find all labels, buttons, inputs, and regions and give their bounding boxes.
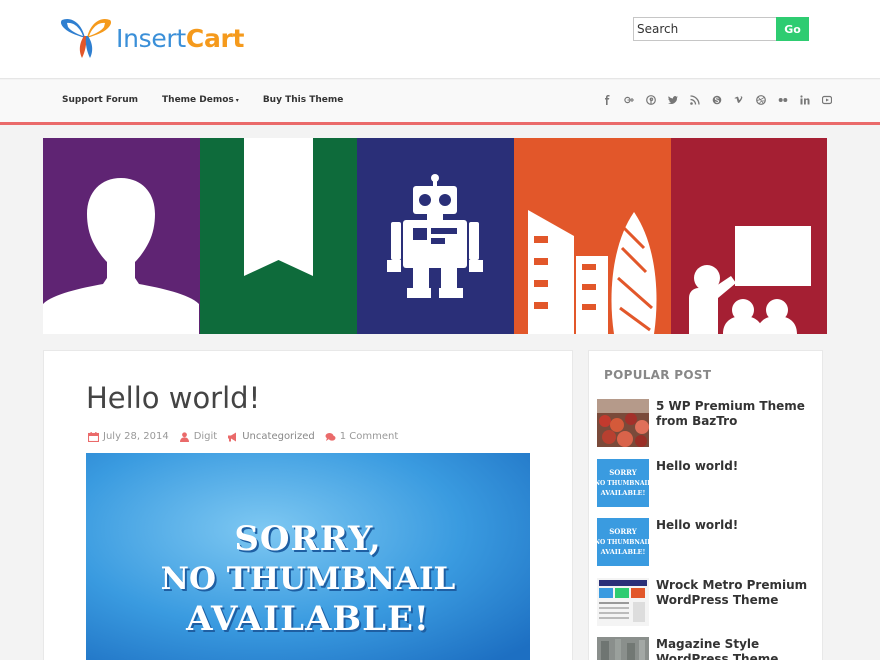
banner-panel-buildings	[514, 138, 671, 334]
popular-post-item[interactable]: SORRY NO THUMBNAIL AVAILABLE! Hello worl…	[597, 459, 817, 511]
popular-post-thumbnail[interactable]: SORRY NO THUMBNAIL AVAILABLE!	[597, 518, 649, 566]
popular-post-item[interactable]: SORRY NO THUMBNAIL AVAILABLE! Hello worl…	[597, 518, 817, 570]
rss-icon[interactable]	[684, 93, 706, 107]
nav-item-label: Buy This Theme	[262, 95, 344, 105]
logo-text-cart: Cart	[185, 23, 245, 53]
svg-text:SORRY: SORRY	[609, 468, 638, 477]
bookmark-icon	[200, 138, 357, 334]
banner-panel-person	[43, 138, 200, 334]
comments-icon	[325, 432, 336, 441]
banner-panel-robot	[357, 138, 514, 334]
banner-panel-bookmark	[200, 138, 357, 334]
popular-post-title[interactable]: Hello world!	[656, 518, 821, 533]
no-thumbnail-image: SORRY NO THUMBNAIL AVAILABLE!	[597, 459, 649, 507]
nav-menu: Support Forum Theme Demos ▾ Buy This Them…	[62, 95, 367, 105]
post-thumbnail[interactable]: SORRY, NO THUMBNAIL AVAILABLE!	[86, 453, 530, 660]
svg-text:AVAILABLE!: AVAILABLE!	[600, 489, 646, 497]
svg-text:SORRY: SORRY	[609, 527, 638, 536]
gray-photo-image	[597, 637, 649, 660]
popular-post-title[interactable]: Magazine Style WordPress Theme	[656, 637, 821, 660]
post-card: Hello world! July 28, 2014 Digit Uncateg…	[43, 350, 573, 660]
search-input[interactable]	[633, 17, 776, 41]
crowd-photo-image	[597, 399, 649, 447]
popular-post-thumbnail[interactable]	[597, 578, 649, 626]
calendar-icon	[88, 431, 99, 442]
popular-post-title[interactable]: 5 WP Premium Theme from BazTro	[656, 399, 821, 428]
post-category[interactable]: Uncategorized	[242, 431, 314, 442]
search-go-button[interactable]: Go	[776, 17, 809, 41]
widget-title: POPULAR POST	[604, 368, 712, 382]
post-title[interactable]: Hello world!	[86, 381, 260, 415]
chevron-down-icon: ▾	[235, 97, 239, 104]
search-form: Go	[633, 17, 809, 41]
thumbnail-line-2: NO THUMBNAIL	[160, 561, 456, 597]
svg-text:AVAILABLE!: AVAILABLE!	[600, 548, 646, 556]
popular-post-thumbnail[interactable]	[597, 399, 649, 447]
post-date: July 28, 2014	[103, 431, 169, 442]
popular-post-title[interactable]: Hello world!	[656, 459, 821, 474]
popular-post-title[interactable]: Wrock Metro Premium WordPress Theme	[656, 578, 821, 607]
person-silhouette-icon	[43, 138, 200, 334]
google-plus-icon[interactable]	[618, 93, 640, 107]
popular-post-thumbnail[interactable]	[597, 637, 649, 660]
facebook-icon[interactable]	[596, 93, 618, 107]
thumbnail-caption: SORRY, NO THUMBNAIL AVAILABLE!	[86, 519, 530, 639]
post-comments[interactable]: 1 Comment	[340, 431, 399, 442]
butterfly-logo-icon	[60, 18, 112, 58]
pinterest-icon[interactable]	[640, 93, 662, 107]
vimeo-icon[interactable]	[728, 93, 750, 107]
popular-post-item[interactable]: Magazine Style WordPress Theme	[597, 637, 817, 660]
buildings-icon	[514, 138, 671, 334]
nav-item-label: Support Forum	[62, 95, 139, 105]
dribbble-icon[interactable]	[750, 93, 772, 107]
theme-screenshot-image	[597, 578, 649, 626]
popular-post-item[interactable]: 5 WP Premium Theme from BazTro	[597, 399, 817, 451]
popular-post-thumbnail[interactable]: SORRY NO THUMBNAIL AVAILABLE!	[597, 459, 649, 507]
presentation-icon	[671, 138, 827, 334]
svg-text:NO THUMBNAIL: NO THUMBNAIL	[597, 539, 649, 546]
no-thumbnail-image: SORRY NO THUMBNAIL AVAILABLE!	[597, 518, 649, 566]
twitter-icon[interactable]	[662, 93, 684, 107]
robot-icon	[357, 138, 514, 334]
site-header: InsertCart Go	[0, 0, 880, 79]
youtube-icon[interactable]	[816, 93, 838, 107]
nav-item-support-forum[interactable]: Support Forum	[62, 95, 138, 105]
popular-post-item[interactable]: Wrock Metro Premium WordPress Theme	[597, 578, 817, 630]
logo-wordmark: InsertCart	[116, 23, 245, 53]
svg-text:NO THUMBNAIL: NO THUMBNAIL	[597, 480, 649, 487]
nav-item-label: Theme Demos	[162, 95, 234, 105]
main-navigation: Support Forum Theme Demos ▾ Buy This Them…	[0, 80, 880, 122]
linkedin-icon[interactable]	[794, 93, 816, 107]
site-logo[interactable]: InsertCart	[58, 14, 245, 60]
nav-item-buy-this-theme[interactable]: Buy This Theme	[263, 95, 344, 105]
thumbnail-line-1: SORRY,	[234, 519, 382, 559]
social-links	[596, 93, 838, 107]
user-icon	[179, 431, 189, 442]
skype-icon[interactable]	[706, 93, 728, 107]
thumbnail-line-3: AVAILABLE!	[186, 599, 430, 639]
post-meta: July 28, 2014 Digit Uncategorized 1 Comm…	[88, 431, 398, 442]
logo-text-insert: Insert	[116, 23, 186, 53]
nav-accent-line	[0, 122, 880, 125]
hero-banner[interactable]	[43, 138, 827, 334]
sidebar-widget: POPULAR POST 5 WP Premium Theme from Baz…	[588, 350, 823, 660]
flickr-icon[interactable]	[772, 93, 794, 107]
post-author[interactable]: Digit	[194, 431, 218, 442]
banner-panel-presentation	[671, 138, 827, 334]
nav-item-theme-demos[interactable]: Theme Demos ▾	[162, 95, 239, 105]
megaphone-icon	[228, 432, 237, 441]
